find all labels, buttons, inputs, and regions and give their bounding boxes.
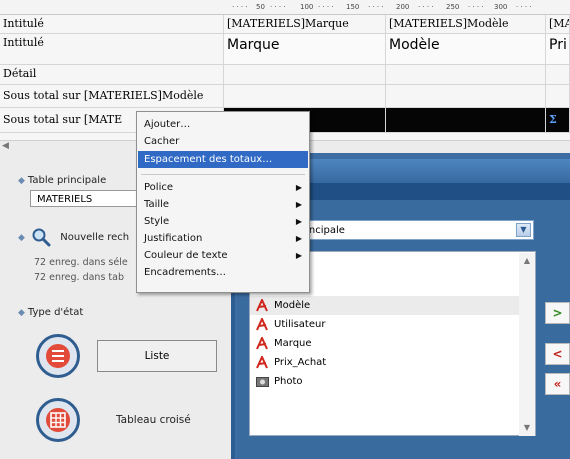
column-cell[interactable] xyxy=(386,65,546,84)
list-item-selected[interactable]: Modèle xyxy=(250,296,519,315)
main-table-field[interactable]: MATERIELS xyxy=(30,190,140,207)
column-cell[interactable]: Marque xyxy=(224,34,386,64)
list-type-button[interactable] xyxy=(36,334,80,378)
row-label: Sous total sur [MATERIELS]Modèle xyxy=(0,85,224,107)
menu-item-text-color[interactable]: Couleur de texte ▶ xyxy=(138,247,308,264)
menu-item-add[interactable]: Ajouter… xyxy=(138,116,308,133)
selection-count: 72 enreg. dans séle xyxy=(34,257,128,268)
list-scrollbar[interactable]: ▲ ▼ xyxy=(519,253,535,436)
list-item[interactable]: Marque xyxy=(250,334,519,353)
row-label: Détail xyxy=(0,65,224,84)
column-cell[interactable] xyxy=(224,85,386,107)
field-icon xyxy=(256,356,268,369)
menu-item-hide[interactable]: Cacher xyxy=(138,133,308,150)
menu-item-style[interactable]: Style ▶ xyxy=(138,213,308,230)
photo-icon xyxy=(256,377,269,387)
row-label: Intitulé xyxy=(0,15,224,33)
menu-item-size[interactable]: Taille ▶ xyxy=(138,196,308,213)
menu-item-total-spacing[interactable]: Espacement des totaux… xyxy=(138,151,308,168)
source-table-select[interactable]: rincipale ▼ xyxy=(296,220,534,240)
menu-separator xyxy=(141,174,305,175)
context-menu[interactable]: Ajouter… Cacher Espacement des totaux… P… xyxy=(136,111,310,293)
bullet-icon: ◆ xyxy=(18,233,25,243)
report-row-detail[interactable]: Détail xyxy=(0,65,570,85)
submenu-arrow-icon: ▶ xyxy=(295,251,302,260)
column-cell[interactable] xyxy=(386,108,546,132)
crosstab-type-label[interactable]: Tableau croisé xyxy=(116,414,191,426)
search-label[interactable]: Nouvelle rech xyxy=(60,232,129,243)
list-item[interactable]: Utilisateur xyxy=(250,315,519,334)
grid-icon xyxy=(46,408,70,432)
menu-item-borders[interactable]: Encadrements… xyxy=(138,264,308,281)
bullet-icon: ◆ xyxy=(18,308,25,318)
row-label: Intitulé xyxy=(0,34,224,64)
field-icon xyxy=(256,337,268,350)
ruler-mark: 300 xyxy=(494,3,508,11)
sum-icon[interactable]: Σ xyxy=(546,108,570,132)
report-row-header-1[interactable]: Intitulé [MATERIELS]Marque [MATERIELS]Mo… xyxy=(0,15,570,34)
remove-all-fields-button[interactable]: « xyxy=(545,373,570,395)
bullet-icon: ◆ xyxy=(18,176,25,186)
menu-item-font[interactable]: Police ▶ xyxy=(138,179,308,196)
column-cell[interactable] xyxy=(546,85,570,107)
list-type-label[interactable]: Liste xyxy=(97,340,217,372)
column-cell[interactable] xyxy=(546,65,570,84)
submenu-arrow-icon: ▶ xyxy=(295,217,302,226)
list-icon xyxy=(46,344,70,368)
submenu-arrow-icon: ▶ xyxy=(295,200,302,209)
list-item[interactable]: Photo xyxy=(250,372,519,391)
menu-item-justification[interactable]: Justification ▶ xyxy=(138,230,308,247)
scroll-left-icon[interactable]: ◀ xyxy=(2,141,9,151)
add-field-button[interactable]: > xyxy=(545,302,570,324)
column-cell[interactable]: [MATERIELS]Modèle xyxy=(386,15,546,33)
submenu-arrow-icon: ▶ xyxy=(295,234,302,243)
column-cell[interactable] xyxy=(224,65,386,84)
crosstab-type-button[interactable] xyxy=(36,398,80,442)
ruler: · · · · 50 · · · · 100 · · · · 150 · · ·… xyxy=(0,0,570,15)
table-section-title: ◆ Table principale xyxy=(18,175,107,186)
ruler-mark: 100 xyxy=(300,3,314,11)
report-row-header-2[interactable]: Intitulé Marque Modèle Pri xyxy=(0,34,570,65)
type-section-title: ◆ Type d'état xyxy=(18,307,84,318)
chevron-down-icon[interactable]: ▼ xyxy=(516,223,531,237)
column-cell[interactable] xyxy=(386,85,546,107)
column-cell[interactable]: [MA xyxy=(546,15,570,33)
scroll-up-icon[interactable]: ▲ xyxy=(520,254,534,268)
table-count: 72 enreg. dans tab xyxy=(34,272,125,283)
field-icon xyxy=(256,318,268,331)
ruler-mark: 50 xyxy=(256,3,265,11)
search-section[interactable]: ◆ Nouvelle rech xyxy=(18,227,129,247)
ruler-mark: 250 xyxy=(446,3,460,11)
ruler-mark: 200 xyxy=(396,3,410,11)
scroll-down-icon[interactable]: ▼ xyxy=(520,421,534,435)
column-cell[interactable]: Pri xyxy=(546,34,570,64)
search-icon[interactable] xyxy=(31,227,51,247)
list-item[interactable]: Prix_Achat xyxy=(250,353,519,372)
ruler-mark: 150 xyxy=(346,3,360,11)
field-icon xyxy=(256,299,268,312)
remove-field-button[interactable]: < xyxy=(545,343,570,365)
submenu-arrow-icon: ▶ xyxy=(295,183,302,192)
report-row-subtotal-1[interactable]: Sous total sur [MATERIELS]Modèle xyxy=(0,85,570,108)
column-cell[interactable]: [MATERIELS]Marque xyxy=(224,15,386,33)
column-cell[interactable]: Modèle xyxy=(386,34,546,64)
